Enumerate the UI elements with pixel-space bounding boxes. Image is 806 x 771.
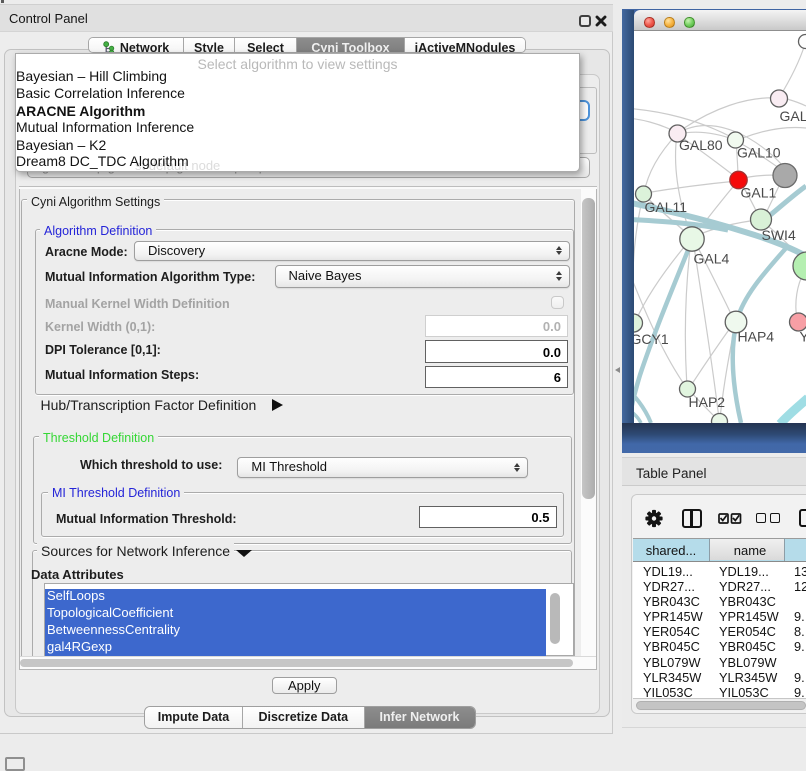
- svg-text:HAP2: HAP2: [689, 394, 726, 410]
- svg-text:GAL1: GAL1: [741, 185, 777, 201]
- svg-text:HAP4: HAP4: [738, 329, 775, 345]
- svg-text:SWI4: SWI4: [762, 227, 796, 243]
- svg-text:GAL4: GAL4: [694, 251, 730, 267]
- svg-text:GAL10: GAL10: [737, 145, 781, 161]
- svg-text:GAL2: GAL2: [780, 108, 806, 124]
- svg-text:GAL80: GAL80: [679, 137, 723, 153]
- svg-text:Y: Y: [800, 329, 806, 345]
- svg-text:GAL11: GAL11: [645, 199, 688, 215]
- svg-text:GCY1: GCY1: [634, 331, 669, 347]
